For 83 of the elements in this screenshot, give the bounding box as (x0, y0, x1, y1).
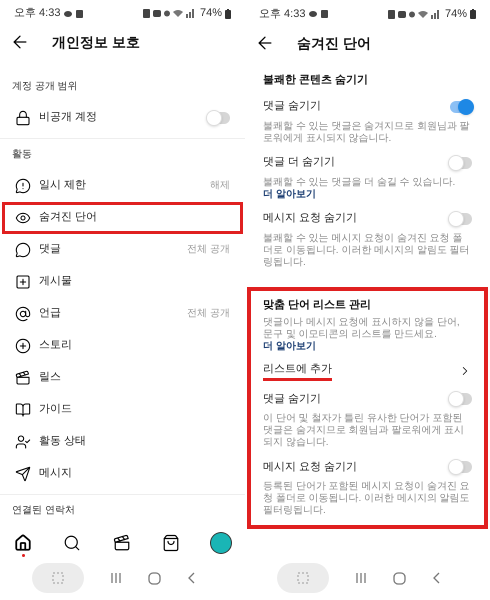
back-chevron-icon[interactable] (432, 572, 440, 584)
toggle-switch[interactable] (450, 212, 472, 224)
row-label: 비공개 계정 (39, 110, 98, 126)
description-text: 불쾌할 수 있는 메시지 요청이 숨겨진 요청 폴더로 이동됩니다. 이러한 메시지의 알림도 필터링됩니다. (262, 232, 471, 270)
plus-circle-icon (15, 338, 31, 354)
speech-bubble-icon (15, 242, 31, 258)
section-title: 불쾌한 콘텐츠 숨기기 (262, 73, 370, 88)
recent-apps-icon[interactable] (110, 572, 122, 584)
notification-icons (64, 10, 84, 18)
plus-square-icon (15, 274, 31, 290)
section-title: 맞춤 단어 리스트 관리 (262, 298, 372, 312)
section-title: 연결된 연락처 (11, 504, 76, 518)
row-label: 메시지 (39, 466, 73, 482)
description-text: 불쾌할 수 있는 댓글은 숨겨지므로 회원님과 팔로워에게 표시되지 않습니다. (262, 120, 471, 146)
row-label: 숨겨진 단어 (39, 210, 98, 226)
battery-icon (470, 9, 476, 19)
back-chevron-icon[interactable] (187, 572, 195, 584)
settings-row[interactable]: 가이드 (2, 394, 243, 426)
row-label[interactable]: 메시지 요청 숨기기 (263, 210, 358, 227)
capture-icon (52, 572, 64, 584)
settings-row[interactable]: 메시지 (2, 458, 243, 490)
screen-title: 숨겨진 단어 (297, 34, 371, 52)
row-label: 게시물 (39, 274, 73, 290)
user-check-icon (15, 434, 31, 450)
capture-icon (297, 572, 309, 584)
toggle-switch[interactable] (208, 112, 230, 124)
learn-more-link[interactable]: 더 알아보기 (263, 188, 316, 200)
toggle-switch[interactable] (450, 156, 472, 168)
section-title: 계정 공개 범위 (11, 80, 79, 94)
battery-icon (225, 8, 231, 19)
at-sign-icon (15, 306, 31, 322)
battery-percent: 74% (200, 6, 222, 22)
screen-title: 개인정보 보호 (52, 32, 140, 52)
toggle-switch[interactable] (450, 100, 472, 112)
row-label: 가이드 (39, 402, 73, 418)
notification-icons (309, 10, 330, 18)
settings-row[interactable]: 일시 제한 해제 (2, 170, 243, 202)
row-label: 스토리 (39, 338, 73, 354)
row-label[interactable]: 메시지 요청 숨기기 (263, 458, 358, 476)
status-time: 오후 4:33 (259, 6, 306, 22)
alert-bubble-icon (15, 178, 31, 194)
description-text: 댓글이나 메시지 요청에 표시하지 않을 단어, 문구 및 이모티콘의 리스트를 만드세요. 더 알아보기 (262, 317, 461, 354)
row-label[interactable]: 리스트에 추가 (263, 360, 332, 382)
row-label[interactable]: 댓글 숨기기 (263, 98, 322, 115)
battery-percent: 74% (444, 6, 467, 22)
profile-avatar[interactable] (211, 533, 231, 554)
toggle-switch[interactable] (450, 461, 472, 473)
settings-row[interactable]: 스토리 (2, 330, 243, 362)
recent-apps-icon[interactable] (355, 572, 367, 584)
status-icons (388, 10, 442, 18)
row-label[interactable]: 댓글 숨기기 (263, 390, 322, 408)
status-time: 오후 4:33 (14, 6, 60, 22)
clapperboard-icon[interactable] (112, 534, 130, 552)
settings-row[interactable]: 활동 상태 (2, 426, 243, 458)
toggle-switch[interactable] (450, 393, 472, 405)
row-label: 릴스 (39, 370, 62, 386)
section-title: 활동 (11, 148, 33, 162)
settings-row[interactable]: 댓글 전체 공개 (2, 234, 243, 266)
settings-row[interactable]: 숨겨진 단어 (2, 202, 243, 234)
description-text: 등록된 단어가 포함된 메시지 요청이 숨겨진 요청 폴더로 이동됩니다. 이러한 메시지의 알림도 필터링됩니다. (262, 481, 471, 518)
search-icon[interactable] (63, 534, 82, 552)
paper-plane-icon (15, 466, 31, 482)
learn-more-link[interactable]: 더 알아보기 (263, 341, 316, 352)
description-text: 이 단어 및 철자가 틀린 유사한 단어가 포함된 댓글은 숨겨지므로 회원님과 팔로워에게 표시되지 않습니다. (262, 413, 466, 450)
settings-row[interactable]: 언급 전체 공개 (2, 298, 243, 330)
row-label: 언급 (39, 306, 62, 322)
settings-row[interactable]: 비공개 계정 (2, 102, 243, 134)
row-value: 전체 공개 (187, 243, 230, 258)
row-value: 전체 공개 (187, 307, 230, 322)
row-value: 해제 (210, 179, 230, 194)
description-text: 불쾌할 수 있는 댓글을 더 숨길 수 있습니다. 더 알아보기 (262, 176, 456, 202)
row-label: 활동 상태 (39, 434, 88, 450)
settings-row[interactable]: 게시물 (2, 266, 243, 298)
row-label: 댓글 (39, 242, 62, 258)
home-icon[interactable] (14, 534, 32, 552)
shopping-bag-icon[interactable] (162, 534, 180, 552)
row-label: 일시 제한 (39, 178, 88, 194)
status-icons (142, 9, 197, 18)
settings-row[interactable]: 릴스 (2, 362, 243, 394)
clapperboard-icon (15, 370, 31, 386)
padlock-icon (15, 110, 31, 126)
book-icon (15, 402, 31, 418)
row-label[interactable]: 댓글 더 숨기기 (263, 154, 336, 171)
